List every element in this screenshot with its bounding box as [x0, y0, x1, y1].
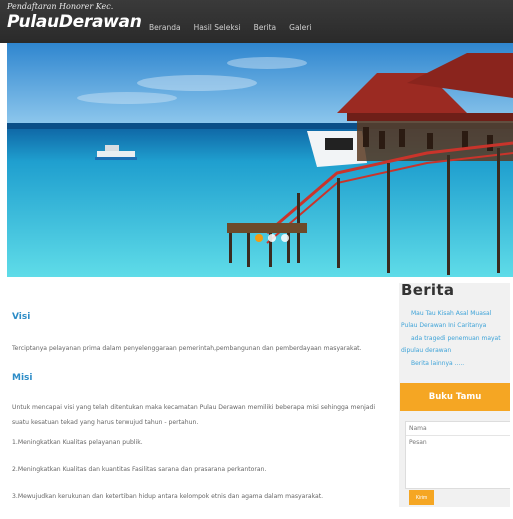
slider-dot-1[interactable] [255, 234, 263, 242]
visi-text: Terciptanya pelayanan prima dalam penyel… [12, 345, 362, 352]
kirim-button[interactable]: Kirim [409, 490, 434, 505]
visi-heading: Visi [12, 312, 31, 322]
guestbook-form [405, 421, 510, 489]
slider-dot-3[interactable] [281, 234, 289, 242]
nav-hasil-seleksi[interactable]: Hasil Seleksi [194, 23, 241, 32]
main-nav: Beranda Hasil Seleksi Berita Galeri [149, 23, 311, 32]
misi-heading: Misi [12, 373, 33, 383]
bukutamu-heading: Buku Tamu [400, 383, 510, 411]
misi-item-3: 3.Mewujudkan kerukunan dan ketertiban hi… [12, 493, 324, 500]
nav-berita[interactable]: Berita [254, 23, 276, 32]
berita-link-more[interactable]: Berita lainnya ..... [411, 358, 464, 370]
slider-dot-2[interactable] [268, 234, 276, 242]
hero-slider [7, 43, 513, 277]
nav-galeri[interactable]: Galeri [289, 23, 311, 32]
site-header: Pendaftaran Honorer Kec. PulauDerawan Be… [0, 0, 513, 43]
site-subtitle: Pendaftaran Honorer Kec. [7, 2, 114, 11]
site-logo[interactable]: PulauDerawan [7, 12, 142, 32]
nama-input[interactable] [406, 422, 510, 436]
berita-heading: Berita [401, 281, 455, 299]
berita-link-2[interactable]: ada tragedi penemuan mayat dipulau deraw… [401, 333, 509, 357]
nav-beranda[interactable]: Beranda [149, 23, 181, 32]
pesan-textarea[interactable] [406, 436, 510, 488]
berita-link-1[interactable]: Mau Tau Kisah Asal Muasal Pulau Derawan … [401, 308, 509, 332]
slider-dots [255, 234, 289, 242]
misi-item-1: 1.Meningkatkan Kualitas pelayanan publik… [12, 439, 143, 446]
misi-item-2: 2.Meningkatkan Kualitas dan kuantitas Fa… [12, 466, 267, 473]
misi-intro: Untuk mencapai visi yang telah ditentuka… [12, 404, 376, 426]
